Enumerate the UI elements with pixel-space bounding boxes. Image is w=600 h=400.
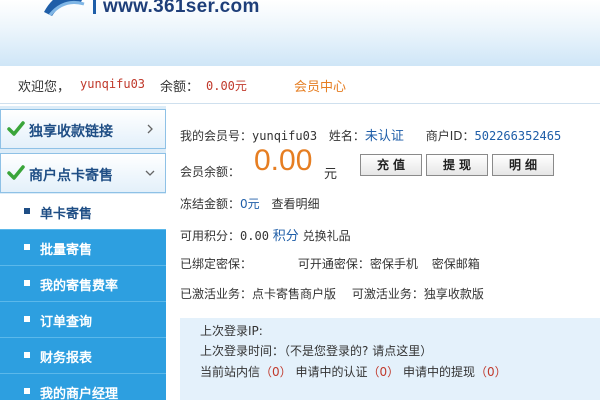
security-phone-link[interactable]: 密保手机 <box>370 257 418 271</box>
activatable-value[interactable]: 独享收款版 <box>424 287 484 301</box>
member-center-link[interactable]: 会员中心 <box>294 76 346 95</box>
points-row: 可用积分：0.00 积分 兑换礼品 <box>180 225 351 244</box>
last-login-ip: 上次登录IP: <box>200 324 263 338</box>
sidebar-head-merchant-card-consign[interactable]: 商户点卡寄售 <box>0 153 166 193</box>
points-label: 可用积分： <box>180 229 241 243</box>
member-no-label: 我的会员号： <box>180 129 253 143</box>
withdraw-pending-label[interactable]: 申请中的提现 <box>403 365 475 379</box>
name-label: 姓名： <box>328 129 365 143</box>
member-balance-value: 0.00 <box>254 144 313 177</box>
bullet-icon <box>24 388 30 394</box>
redeem-gift-link[interactable]: 兑换礼品 <box>303 229 351 243</box>
sidebar-item-my-rates[interactable]: 我的寄售费率 <box>0 266 166 302</box>
sidebar-item-label: 单卡寄售 <box>40 207 93 222</box>
notice-row: 当前站内信（0） 申请中的认证（0） 申请中的提现（0） <box>200 363 507 380</box>
check-icon <box>7 121 25 136</box>
sidebar-head-label: 商户点卡寄售 <box>29 168 113 184</box>
messages-count: （0） <box>260 365 292 379</box>
sidebar-item-finance-report[interactable]: 财务报表 <box>0 338 166 374</box>
balance-value: 0.00元 <box>206 79 247 93</box>
login-info-box: 上次登录IP: 上次登录时间：（不是您登录的? 请点这里） 当前站内信（0） 申… <box>180 318 600 400</box>
logo-divider <box>93 0 96 14</box>
withdraw-count: （0） <box>474 365 507 379</box>
merchant-id-label: 商户ID： <box>425 129 475 143</box>
sidebar-item-label: 我的商户经理 <box>40 387 119 400</box>
not-you-link[interactable]: （不是您登录的? 请点这里） <box>284 344 432 358</box>
withdraw-button[interactable]: 提现 <box>426 154 488 176</box>
account-info-row: 我的会员号：yunqifu03 姓名：未认证 商户ID：502266352465 <box>180 125 561 144</box>
bound-security-label: 已绑定密保： <box>180 257 253 271</box>
bullet-icon <box>24 316 30 322</box>
verify-label[interactable]: 申请中的认证 <box>295 365 367 379</box>
sidebar-item-account-manager[interactable]: 我的商户经理 <box>0 374 166 400</box>
site-logo-icon[interactable] <box>40 0 90 18</box>
merchant-id: 502266352465 <box>474 129 562 143</box>
sidebar-item-single-card[interactable]: 单卡寄售 <box>0 194 166 230</box>
sidebar-item-order-query[interactable]: 订单查询 <box>0 302 166 338</box>
messages-label[interactable]: 当前站内信 <box>200 365 260 379</box>
activated-value: 点卡寄售商户版 <box>252 287 337 301</box>
available-security-label: 可开通密保： <box>297 257 370 271</box>
sidebar-head-exclusive-payment-link[interactable]: 独享收款链接 <box>0 109 166 149</box>
bullet-icon <box>24 280 30 286</box>
frozen-row: 冻结金额：0元 查看明细 <box>180 195 320 212</box>
security-row: 已绑定密保： 可开通密保：密保手机 密保邮箱 <box>180 255 480 272</box>
chevron-right-icon <box>147 124 153 134</box>
bullet-icon <box>24 244 30 250</box>
sidebar-item-batch-consign[interactable]: 批量寄售 <box>0 230 166 266</box>
frozen-label: 冻结金额： <box>180 197 241 211</box>
balance-unit: 元 <box>324 167 338 182</box>
balance-label: 余额： <box>160 80 200 95</box>
activatable-label: 可激活业务： <box>351 287 424 301</box>
view-frozen-detail-link[interactable]: 查看明细 <box>271 197 319 211</box>
recharge-button[interactable]: 充值 <box>360 154 422 176</box>
points-unit: 积分 <box>272 229 299 244</box>
verify-count: （0） <box>367 365 400 379</box>
sidebar-item-label: 订单查询 <box>40 315 93 330</box>
name-value[interactable]: 未认证 <box>365 129 404 144</box>
sidebar-head-label: 独享收款链接 <box>29 124 113 140</box>
chevron-down-icon <box>145 170 155 176</box>
points-value: 0.00 <box>240 229 269 243</box>
last-login-time-row: 上次登录时间：（不是您登录的? 请点这里） <box>200 342 432 359</box>
bullet-icon <box>24 352 30 358</box>
frozen-value: 0元 <box>240 197 260 211</box>
business-row: 已激活业务：点卡寄售商户版 可激活业务：独享收款版 <box>180 285 484 302</box>
detail-button[interactable]: 明细 <box>492 154 554 176</box>
balance-label: 会员余额： <box>180 165 241 179</box>
sidebar-item-label: 批量寄售 <box>40 243 93 258</box>
member-no: yunqifu03 <box>252 129 318 143</box>
security-email-link[interactable]: 密保邮箱 <box>432 257 480 271</box>
activated-label: 已激活业务： <box>180 287 253 301</box>
welcome-label: 欢迎您， <box>18 80 71 95</box>
account-overview: 我的会员号：yunqifu03 姓名：未认证 商户ID：502266352465… <box>166 106 600 400</box>
sidebar-item-label: 我的寄售费率 <box>40 279 119 294</box>
bullet-icon <box>24 208 30 214</box>
last-login-time-label: 上次登录时间： <box>200 344 285 358</box>
sidebar: 独享收款链接 商户点卡寄售 单卡寄售 批量寄售 我的寄售费率 订单查询 财务报表… <box>0 106 166 400</box>
username: yunqifu03 <box>80 77 146 91</box>
site-header: www.361ser.com <box>0 0 600 66</box>
sidebar-item-label: 财务报表 <box>40 351 93 366</box>
site-url: www.361ser.com <box>103 0 260 17</box>
check-icon <box>7 165 25 180</box>
welcome-bar: 欢迎您， yunqifu03 余额： 0.00元 会员中心 <box>0 66 600 104</box>
sidebar-submenu: 单卡寄售 批量寄售 我的寄售费率 订单查询 财务报表 我的商户经理 <box>0 194 166 400</box>
